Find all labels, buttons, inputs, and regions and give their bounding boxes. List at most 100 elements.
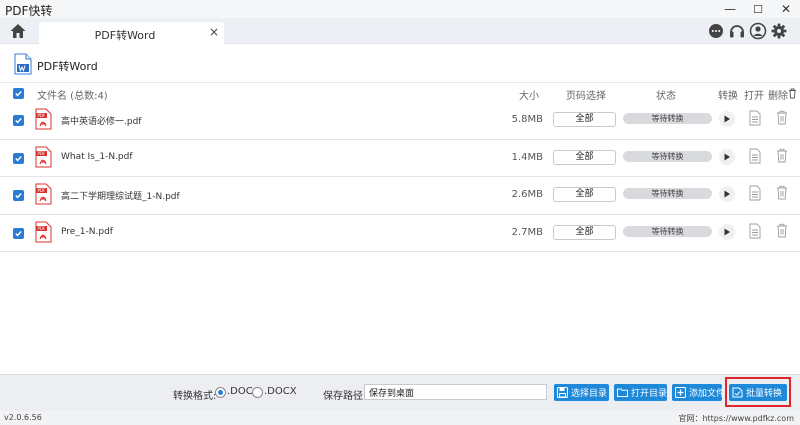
home-icon[interactable] <box>9 22 27 40</box>
maximize-button[interactable]: ☐ <box>744 0 772 18</box>
convert-button[interactable] <box>719 111 735 127</box>
chat-icon[interactable] <box>707 22 725 40</box>
close-window-button[interactable]: ✕ <box>772 0 800 18</box>
delete-all-trash-icon[interactable] <box>788 88 797 99</box>
website-link[interactable]: 官网：https://www.pdfkz.com <box>678 413 794 424</box>
app-title: PDF快转 <box>5 4 53 18</box>
file-row: PDF Pre_1-N.pdf 2.7MB 全部 等待转换 <box>0 214 800 252</box>
delete-trash-icon[interactable] <box>776 110 788 125</box>
file-checkbox[interactable] <box>13 115 24 126</box>
svg-text:PDF: PDF <box>38 151 46 156</box>
open-file-icon[interactable] <box>749 223 761 239</box>
format-doc-label[interactable]: .DOC <box>227 386 253 397</box>
file-name: What Is_1-N.pdf <box>61 151 133 162</box>
file-name: 高中英语必修一.pdf <box>61 117 142 127</box>
file-table-header: 文件名 (总数:4) 大小 页码选择 状态 转换 打开 删除 <box>0 84 800 102</box>
convert-button[interactable] <box>719 186 735 202</box>
svg-text:PDF: PDF <box>38 113 46 118</box>
svg-text:PDF: PDF <box>38 226 46 231</box>
folder-icon <box>617 388 628 397</box>
add-file-button[interactable]: 添加文件 <box>672 384 722 401</box>
file-checkbox[interactable] <box>13 190 24 201</box>
file-size: 1.4MB <box>511 151 543 163</box>
status-badge: 等待转换 <box>623 113 712 124</box>
headset-icon[interactable] <box>728 22 746 40</box>
bottom-toolbar: 转换格式: .DOC .DOCX 保存路径: 选择目录 打开目录 添加文件 批量… <box>0 374 800 411</box>
play-icon <box>724 190 730 198</box>
tab-pdf-to-word[interactable]: PDF转Word × <box>39 22 224 45</box>
file-checkbox[interactable] <box>13 227 24 239</box>
save-path-input[interactable] <box>364 384 547 400</box>
col-status: 状态 <box>656 91 676 102</box>
col-file-name: 文件名 (总数:4) <box>37 91 108 102</box>
add-file-label: 添加文件 <box>689 389 722 399</box>
settings-gear-icon[interactable] <box>770 22 788 40</box>
save-path-label: 保存路径: <box>323 391 367 402</box>
status-badge: 等待转换 <box>623 188 712 199</box>
delete-trash-icon[interactable] <box>776 223 788 238</box>
file-size: 2.6MB <box>511 189 543 200</box>
file-row: PDF What Is_1-N.pdf 1.4MB 全部 等待转换 <box>0 139 800 177</box>
open-directory-button[interactable]: 打开目录 <box>614 384 667 401</box>
col-delete: 删除 <box>768 91 788 102</box>
col-page-select: 页码选择 <box>566 91 606 102</box>
col-size: 大小 <box>519 91 539 102</box>
checkmark-icon <box>15 155 22 162</box>
file-name: 高二下学期理综试题_1-N.pdf <box>61 192 180 202</box>
tab-close-icon[interactable]: × <box>209 25 219 39</box>
tab-label: PDF转Word <box>94 29 156 42</box>
file-size: 5.8MB <box>511 114 543 125</box>
format-label: 转换格式: <box>173 391 217 402</box>
select-directory-button[interactable]: 选择目录 <box>554 384 609 401</box>
convert-button[interactable] <box>719 223 735 240</box>
delete-trash-icon[interactable] <box>776 185 788 200</box>
page-title: PDF转Word <box>37 60 98 73</box>
open-file-icon[interactable] <box>749 148 761 164</box>
play-icon <box>724 115 730 123</box>
pdf-file-icon: PDF <box>35 108 52 130</box>
page-range-select[interactable]: 全部 <box>553 224 616 240</box>
pdf-file-icon: PDF <box>35 221 52 242</box>
format-doc-radio[interactable] <box>215 387 226 398</box>
page-range-select[interactable]: 全部 <box>553 187 616 202</box>
pdf-file-icon: PDF <box>35 146 52 167</box>
word-file-icon <box>14 53 32 75</box>
pdf-file-icon: PDF <box>35 183 52 205</box>
checkmark-icon <box>15 91 22 97</box>
save-icon <box>557 387 568 398</box>
convert-button[interactable] <box>719 148 735 165</box>
file-checkbox[interactable] <box>13 152 24 164</box>
file-size: 2.7MB <box>511 226 543 238</box>
status-footer: v2.0.6.56 官网：https://www.pdfkz.com <box>0 411 800 425</box>
file-row: PDF 高二下学期理综试题_1-N.pdf 2.6MB 全部 等待转换 <box>0 177 800 215</box>
open-file-icon[interactable] <box>749 185 761 201</box>
col-convert: 转换 <box>718 91 738 102</box>
add-icon <box>675 387 686 398</box>
open-file-icon[interactable] <box>749 110 761 126</box>
batch-convert-highlight-box <box>725 377 791 407</box>
tab-bar: PDF转Word × <box>0 18 800 45</box>
minimize-button[interactable]: — <box>716 0 744 18</box>
status-badge: 等待转换 <box>623 225 712 237</box>
format-docx-radio[interactable] <box>252 387 263 398</box>
open-directory-label: 打开目录 <box>631 389 667 399</box>
user-icon[interactable] <box>749 22 767 40</box>
page-range-select[interactable]: 全部 <box>553 112 616 127</box>
checkmark-icon <box>15 230 22 237</box>
select-all-checkbox[interactable] <box>13 88 24 99</box>
app-window: PDF快转 — ☐ ✕ PDF转Word × PDF转Word 文件名 (总数:… <box>0 0 800 425</box>
file-row: PDF 高中英语必修一.pdf 5.8MB 全部 等待转换 <box>0 102 800 140</box>
version-text: v2.0.6.56 <box>4 413 42 422</box>
page-range-select[interactable]: 全部 <box>553 149 616 165</box>
file-name: Pre_1-N.pdf <box>61 226 113 237</box>
play-icon <box>724 228 730 235</box>
play-icon <box>724 153 730 160</box>
checkmark-icon <box>15 118 22 124</box>
svg-text:PDF: PDF <box>38 188 46 193</box>
col-open: 打开 <box>744 91 764 102</box>
file-list: PDF 高中英语必修一.pdf 5.8MB 全部 等待转换 PDF What I… <box>0 102 800 252</box>
delete-trash-icon[interactable] <box>776 148 788 163</box>
page-header: PDF转Word <box>0 45 800 83</box>
format-docx-label[interactable]: .DOCX <box>264 386 297 397</box>
title-bar: PDF快转 — ☐ ✕ <box>0 0 800 18</box>
